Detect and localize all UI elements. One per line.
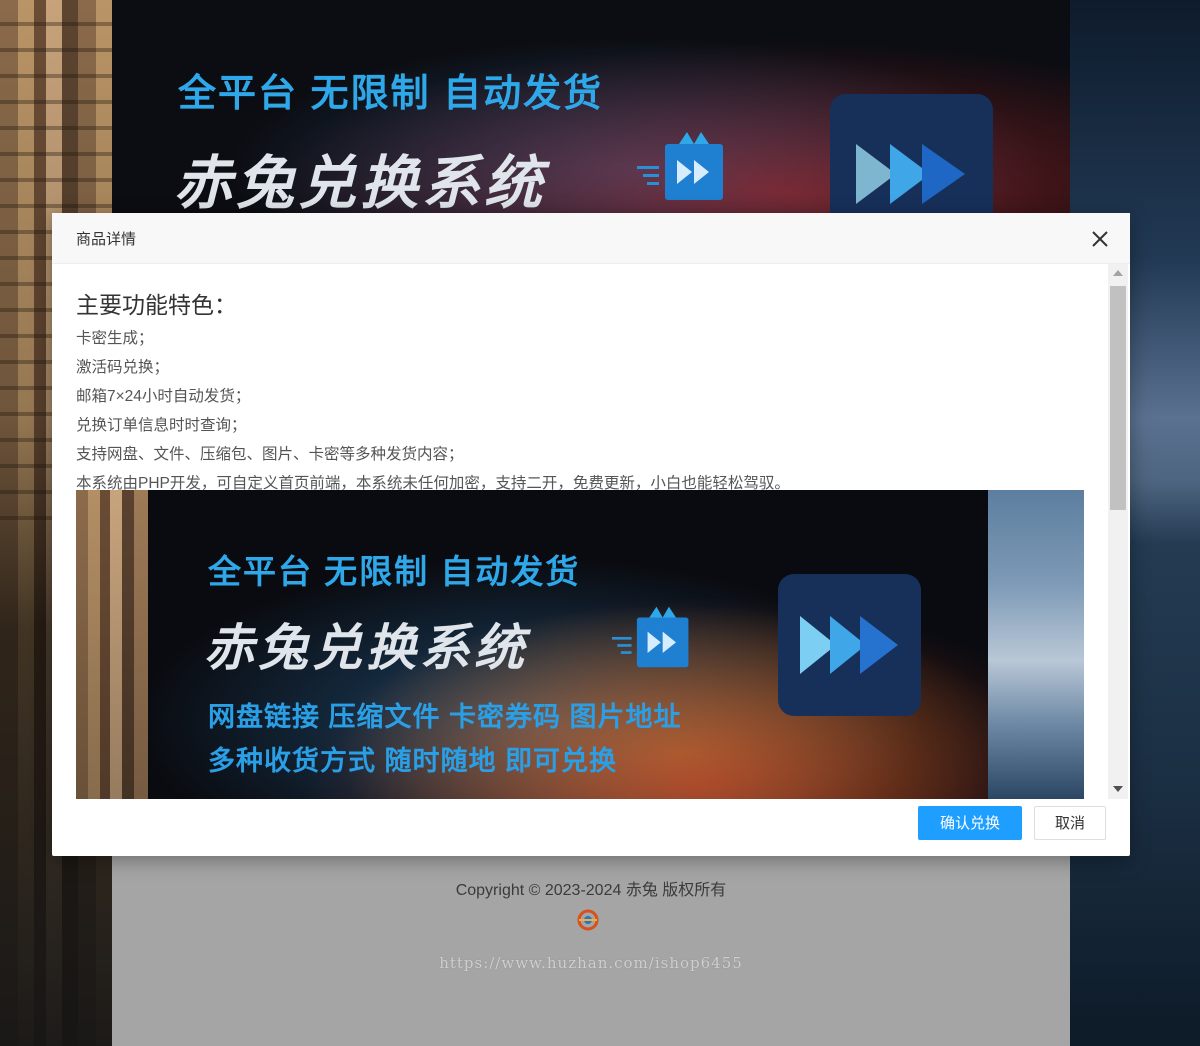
product-banner-image: 全平台 无限制 自动发货 赤兔兑换系统 网盘链接 压缩文件 卡密券码 图片地址 [76, 490, 1084, 799]
close-icon[interactable] [1090, 229, 1110, 249]
feature-item: 支持网盘、文件、压缩包、图片、卡密等多种发货内容； [76, 446, 464, 463]
feature-item: 卡密生成； [76, 330, 154, 347]
dialog-scrollbar[interactable] [1108, 264, 1128, 799]
product-description: 主要功能特色： 卡密生成； 激活码兑换； 邮箱7×24小时自动发货； 兑换订单信… [76, 286, 1086, 498]
scroll-up-arrow-icon[interactable] [1113, 270, 1123, 276]
scroll-down-arrow-icon[interactable] [1113, 786, 1123, 792]
cancel-button[interactable]: 取消 [1034, 806, 1106, 840]
image-left-scenery [76, 490, 148, 799]
features-heading: 主要功能特色： [76, 292, 237, 318]
gift-icon [612, 606, 689, 668]
image-subtitle-2: 多种收货方式 随时随地 即可兑换 [208, 746, 618, 776]
fast-forward-icon [800, 616, 898, 674]
scroll-thumb[interactable] [1110, 286, 1126, 510]
image-subtitle-1: 网盘链接 压缩文件 卡密券码 图片地址 [208, 702, 682, 732]
dialog-title: 商品详情 [76, 231, 137, 248]
image-right-scenery [988, 490, 1084, 799]
image-slogan: 全平台 无限制 自动发货 [208, 553, 581, 590]
dialog-header: 商品详情 [52, 213, 1130, 264]
dialog-footer: 确认兑换 取消 [52, 799, 1130, 856]
dialog-body[interactable]: 主要功能特色： 卡密生成； 激活码兑换； 邮箱7×24小时自动发货； 兑换订单信… [52, 264, 1130, 799]
app-logo-tile [778, 574, 921, 716]
image-title: 赤兔兑换系统 [204, 620, 528, 676]
confirm-exchange-button[interactable]: 确认兑换 [918, 806, 1022, 840]
feature-item: 兑换订单信息时时查询； [76, 417, 247, 434]
product-detail-dialog: 商品详情 主要功能特色： 卡密生成； 激活码兑换； 邮箱7×24小时自动发货； … [52, 213, 1130, 856]
feature-item: 激活码兑换； [76, 359, 170, 376]
feature-item: 邮箱7×24小时自动发货； [76, 388, 251, 405]
